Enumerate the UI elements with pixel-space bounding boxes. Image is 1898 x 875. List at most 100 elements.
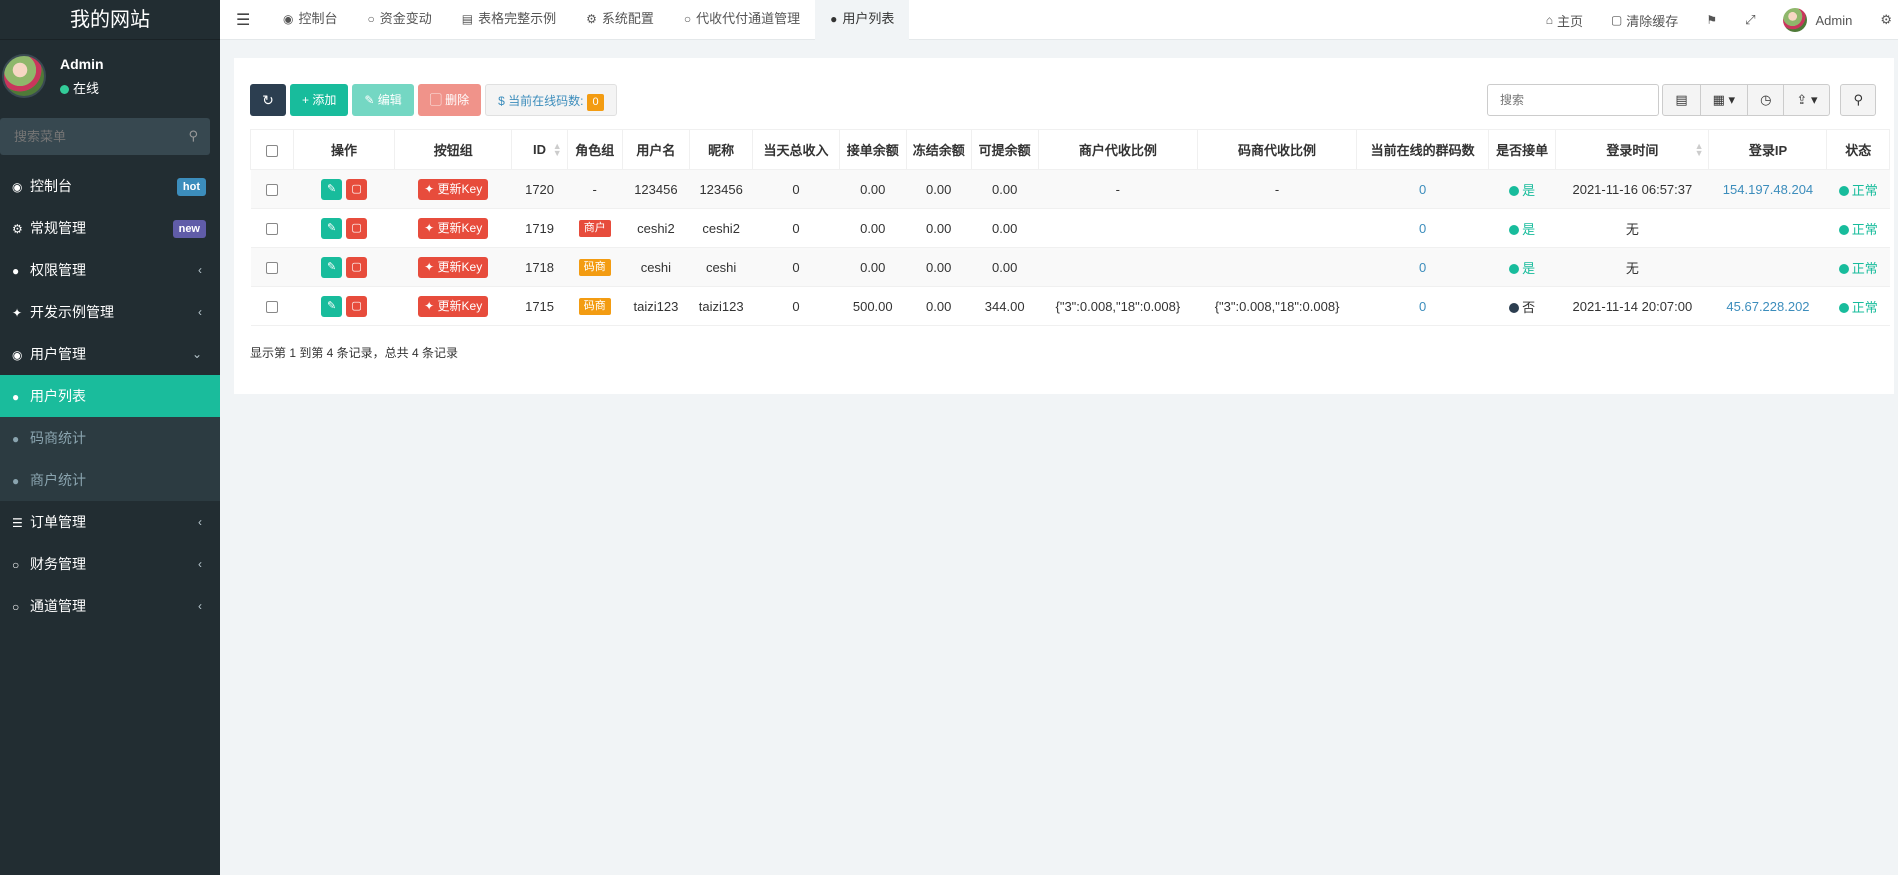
cell-online-codes[interactable]: 0	[1356, 247, 1489, 287]
history-button[interactable]: ◷	[1747, 84, 1785, 116]
clear-cache-button[interactable]: ▢ 清除缓存	[1597, 11, 1692, 30]
cell-login-ip[interactable]	[1708, 208, 1827, 248]
sidebar-item-dev-examples[interactable]: ✦ 开发示例管理 ‹	[0, 291, 220, 333]
row-checkbox[interactable]	[266, 184, 279, 197]
cell-login-ip[interactable]: 154.197.48.204	[1708, 169, 1827, 209]
edit-row-button[interactable]: ✎	[321, 295, 343, 317]
row-checkbox[interactable]	[266, 301, 279, 314]
sidebar-item-user-management[interactable]: ◉ 用户管理 ⌄	[0, 333, 220, 375]
edit-label: 编辑	[377, 93, 402, 107]
cell-nickname: ceshi2	[689, 208, 753, 248]
tab-channel-management[interactable]: ○ 代收代付通道管理	[669, 0, 815, 40]
cell-accept[interactable]: 是	[1488, 169, 1556, 209]
caret-down-icon: ▾	[1728, 92, 1736, 107]
cell-id: 1720	[511, 169, 568, 209]
cell-accept[interactable]: 是	[1488, 208, 1556, 248]
sidebar-item-orders[interactable]: ☰ 订单管理 ‹	[0, 501, 220, 543]
select-all-header	[249, 129, 295, 170]
language-button[interactable]: ⚑	[1692, 13, 1731, 27]
sidebar-item-code-stats[interactable]: ● 码商统计	[0, 417, 220, 459]
update-key-button[interactable]: ✦ 更新Key	[418, 256, 489, 278]
cell-nickname: ceshi	[689, 247, 753, 287]
update-key-button[interactable]: ✦ 更新Key	[418, 217, 489, 239]
edit-row-button[interactable]: ✎	[321, 256, 343, 278]
sidebar-item-auth[interactable]: ● 权限管理 ‹	[0, 249, 220, 291]
sidebar-item-finance[interactable]: ○ 财务管理 ‹	[0, 543, 220, 585]
toggle-view-button[interactable]: ▤	[1662, 84, 1701, 116]
hot-badge: hot	[176, 178, 206, 196]
trash-icon: ▢	[429, 93, 446, 107]
cell-income: 0	[752, 208, 840, 248]
magic-icon: ✦	[424, 181, 438, 196]
cell-accept[interactable]: 是	[1488, 247, 1556, 287]
edit-button[interactable]: ✎ 编辑	[352, 84, 414, 116]
sidebar-item-label: 商户统计	[30, 472, 86, 488]
row-actions: ✎ ▢	[293, 286, 395, 326]
column-header-id[interactable]: ID ▲ ▼	[511, 129, 568, 170]
tab-fund-changes[interactable]: ○ 资金变动	[353, 0, 447, 40]
edit-row-button[interactable]: ✎	[321, 217, 343, 239]
cell-nickname: taizi123	[689, 286, 753, 326]
table-search-input[interactable]	[1488, 85, 1658, 115]
user-circle-icon: ◉	[12, 348, 23, 362]
home-link[interactable]: ⌂ 主页	[1532, 11, 1597, 30]
delete-row-button[interactable]: ▢	[346, 178, 368, 200]
cell-online-codes[interactable]: 0	[1356, 286, 1489, 326]
search-icon[interactable]: ⚲	[188, 128, 198, 144]
sidebar-item-dashboard[interactable]: ◉ 控制台 hot	[0, 165, 220, 207]
delete-row-button[interactable]: ▢	[346, 256, 368, 278]
row-checkbox[interactable]	[266, 262, 279, 275]
row-select-cell	[250, 169, 294, 209]
refresh-button[interactable]: ↻	[250, 84, 286, 116]
cell-accept[interactable]: 否	[1488, 286, 1556, 326]
online-codes-button[interactable]: $ 当前在线码数: 0	[485, 84, 617, 116]
settings-button[interactable]: ⚙	[1866, 12, 1898, 28]
tab-dashboard[interactable]: ◉ 控制台	[268, 0, 353, 40]
row-select-cell	[250, 208, 294, 248]
cell-login-ip[interactable]	[1708, 247, 1827, 287]
admin-menu[interactable]: Admin	[1769, 8, 1866, 32]
fullscreen-button[interactable]: ⤢	[1731, 12, 1769, 28]
column-header: 登录IP	[1708, 129, 1828, 170]
tab-table-example[interactable]: ▤ 表格完整示例	[447, 0, 571, 40]
sidebar-item-channels[interactable]: ○ 通道管理 ‹	[0, 585, 220, 627]
sidebar-item-general[interactable]: ⚙ 常规管理 new	[0, 207, 220, 249]
table-search	[1487, 84, 1659, 116]
cell-id: 1718	[511, 247, 568, 287]
accept-dot-icon	[1509, 302, 1520, 313]
delete-row-button[interactable]: ▢	[346, 295, 368, 317]
cell-login-ip[interactable]: 45.67.228.202	[1708, 286, 1827, 326]
chevron-left-icon: ‹	[198, 305, 202, 319]
select-all-checkbox[interactable]	[266, 144, 279, 157]
cell-online-codes[interactable]: 0	[1356, 208, 1489, 248]
columns-button[interactable]: ▦ ▾	[1699, 84, 1749, 116]
row-checkbox[interactable]	[266, 223, 279, 236]
status-dot-icon	[1838, 224, 1849, 235]
add-button[interactable]: + 添加	[290, 84, 349, 116]
site-logo[interactable]: 我的网站	[0, 0, 220, 40]
role-badge: 商户	[578, 220, 611, 237]
menu-toggle-icon[interactable]: ☰	[236, 10, 250, 30]
sidebar-item-merchant-stats[interactable]: ● 商户统计	[0, 459, 220, 501]
cell-username: ceshi	[622, 247, 690, 287]
export-button[interactable]: ⇪ ▾	[1783, 84, 1831, 116]
sidebar-search-input[interactable]	[0, 118, 210, 155]
row-actions: ✎ ▢	[293, 208, 395, 248]
tab-user-list[interactable]: ● 用户列表	[815, 0, 910, 40]
edit-row-button[interactable]: ✎	[321, 178, 343, 200]
tab-label: 控制台	[298, 11, 338, 26]
sidebar: 我的网站 Admin 在线 ⚲ ◉控制台hot ⚙常规管理new ●权限管理‹ …	[0, 0, 220, 875]
row-button-group: ✦ 更新Key	[394, 247, 512, 287]
cell-online-codes[interactable]: 0	[1356, 169, 1489, 209]
delete-button[interactable]: ▢ 删除	[417, 84, 482, 116]
top-navbar: ☰ ◉ 控制台 ○ 资金变动 ▤ 表格完整示例 ⚙ 系统配置 ○ 代收代付通道管理 ● 用户…	[220, 0, 1898, 40]
fullscreen-icon: ⤢	[1745, 12, 1756, 27]
update-key-button[interactable]: ✦ 更新Key	[418, 295, 489, 317]
sidebar-item-user-list[interactable]: ● 用户列表	[0, 375, 220, 417]
advanced-search-button[interactable]: ⚲	[1840, 84, 1876, 116]
content-panel: ↻ + 添加 ✎ 编辑 ▢ 删除 $ 当前在线码数:0 ▤ ▦ ▾ ◷ ⇪ ▾ …	[234, 58, 1894, 394]
delete-row-button[interactable]: ▢	[346, 217, 368, 239]
tab-system-config[interactable]: ⚙ 系统配置	[571, 0, 669, 40]
column-header-login-time[interactable]: 登录时间 ▲ ▼	[1555, 129, 1710, 170]
update-key-button[interactable]: ✦ 更新Key	[418, 178, 489, 200]
